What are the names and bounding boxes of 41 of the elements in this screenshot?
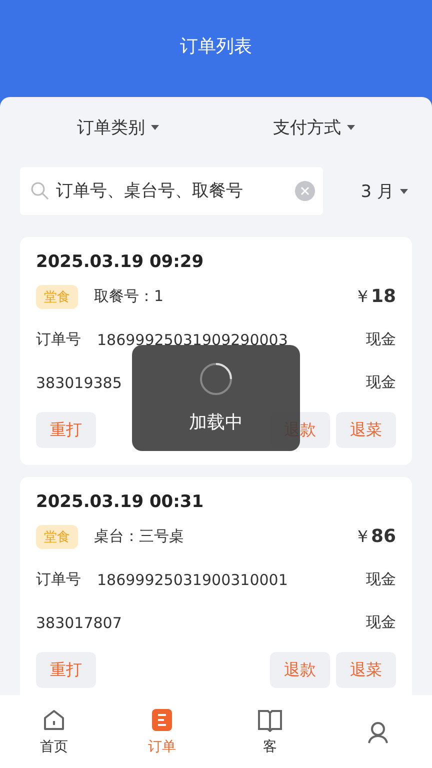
month-dropdown[interactable]: 3 月 bbox=[356, 176, 412, 206]
payment-method: 现金 bbox=[366, 613, 396, 632]
home-icon bbox=[42, 708, 66, 732]
caret-icon bbox=[347, 124, 355, 130]
filter-dropdown[interactable]: 支付方式 bbox=[269, 112, 359, 142]
tab-bar-item[interactable]: 订单 bbox=[108, 695, 216, 768]
order-number: 18699925031900310001 bbox=[97, 570, 288, 588]
payment-method: 现金 bbox=[366, 570, 396, 589]
caret-icon bbox=[400, 188, 408, 194]
order-tag: 堂食 bbox=[36, 284, 78, 308]
spinner-icon bbox=[199, 362, 233, 396]
order-time: 2025.03.19 00:31 bbox=[36, 491, 205, 514]
reprint-button[interactable]: 重打 bbox=[36, 652, 96, 688]
tab-bar-item[interactable]: 首页 bbox=[0, 695, 108, 768]
page-title: 订单列表 bbox=[180, 34, 252, 58]
document-icon bbox=[150, 708, 174, 732]
order-time: 2025.03.19 09:29 bbox=[36, 251, 205, 274]
order-amount: ￥86 bbox=[354, 525, 396, 548]
action-button[interactable]: 退款 bbox=[270, 652, 330, 688]
payment-method: 现金 bbox=[366, 330, 396, 349]
search-field[interactable]: 订单号、桌台号、取餐号 bbox=[20, 167, 323, 215]
filter-dropdown[interactable]: 订单类别 bbox=[73, 112, 163, 142]
order-tag: 堂食 bbox=[36, 524, 78, 548]
loading-text: 加载中 bbox=[189, 411, 243, 434]
order-amount: ￥18 bbox=[354, 285, 396, 308]
action-button[interactable]: 退菜 bbox=[336, 652, 396, 688]
reprint-button[interactable]: 重打 bbox=[36, 412, 96, 448]
book-icon bbox=[257, 708, 283, 732]
order-number: 18699925031909290003 bbox=[97, 330, 288, 348]
profile-icon bbox=[366, 720, 390, 744]
action-button[interactable]: 退菜 bbox=[336, 412, 396, 448]
order-info: 桌台：三号桌 bbox=[94, 527, 184, 546]
order-number-label: 订单号 bbox=[36, 570, 81, 589]
payment-method: 现金 bbox=[366, 373, 396, 392]
order-code: 383017807 bbox=[36, 614, 122, 632]
order-code: 383019385 bbox=[36, 374, 122, 392]
clear-icon[interactable] bbox=[294, 181, 315, 201]
order-info: 取餐号：1 bbox=[94, 287, 164, 306]
order-number-label: 订单号 bbox=[36, 330, 81, 349]
tab-bar-item[interactable]: 客 bbox=[216, 695, 324, 768]
caret-icon bbox=[151, 124, 159, 130]
